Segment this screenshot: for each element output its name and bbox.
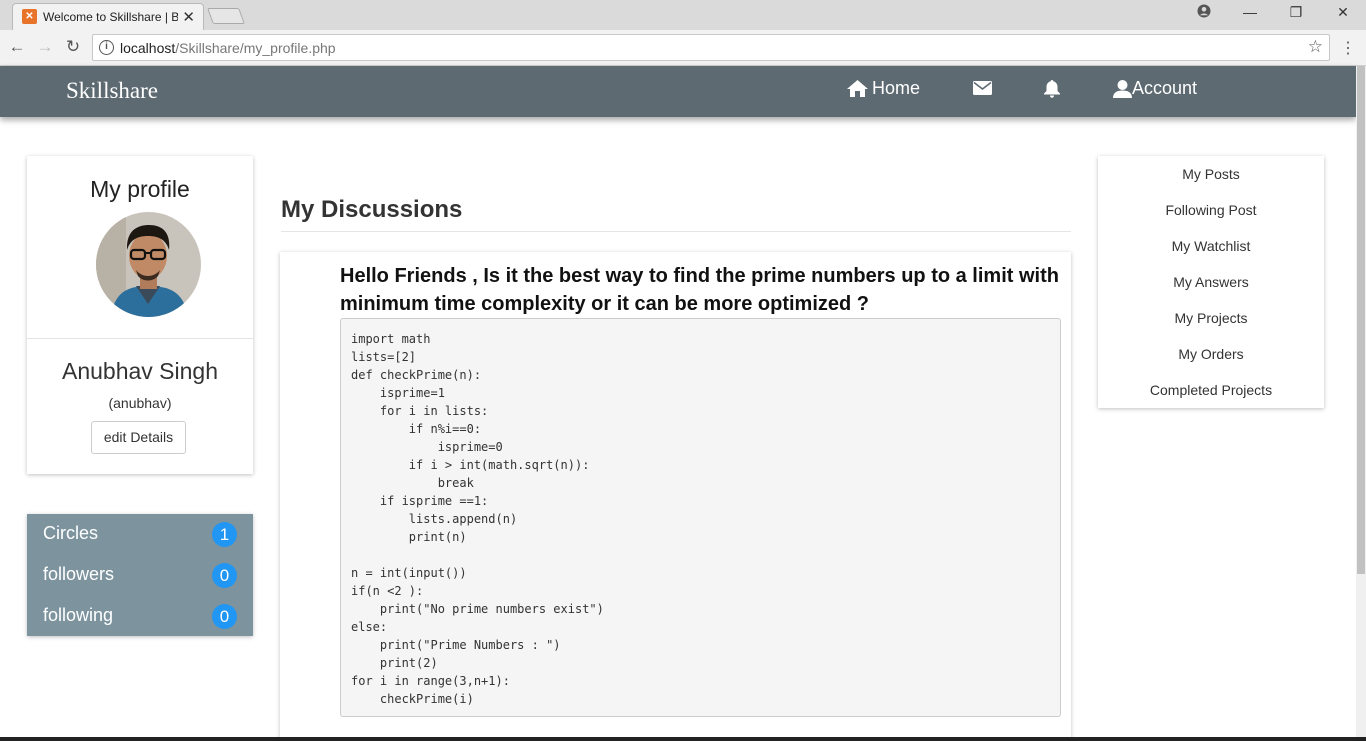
xampp-favicon-icon: ✕	[22, 9, 37, 24]
envelope-icon	[973, 81, 992, 95]
back-icon[interactable]: ←	[7, 37, 27, 57]
avatar	[96, 212, 201, 317]
menu-following-post[interactable]: Following Post	[1098, 202, 1324, 218]
profile-card: My profile Anubhav Singh (anubhav) edit …	[27, 156, 253, 474]
restore-icon[interactable]: ❐	[1286, 4, 1306, 21]
browser-tabstrip: ✕ Welcome to Skillshare | B ✕ — ❐ ✕	[0, 0, 1366, 30]
reload-icon[interactable]: ↻	[63, 37, 83, 57]
discussion-post-card: Hello Friends , Is it the best way to fi…	[280, 252, 1071, 741]
menu-my-answers[interactable]: My Answers	[1098, 274, 1324, 290]
stat-circles[interactable]: Circles 1	[43, 519, 237, 549]
stats-panel: Circles 1 followers 0 following 0	[27, 514, 253, 636]
profile-username: (anubhav)	[108, 395, 172, 411]
minimize-icon[interactable]: —	[1240, 4, 1260, 20]
stat-followers[interactable]: followers 0	[43, 560, 237, 590]
menu-my-watchlist[interactable]: My Watchlist	[1098, 238, 1324, 254]
nav-account[interactable]: Account	[1113, 78, 1197, 99]
edit-details-button[interactable]: edit Details	[91, 421, 186, 454]
browser-toolbar: ← → ↻ i localhost/Skillshare/my_profile.…	[0, 30, 1366, 66]
user-icon	[1113, 79, 1132, 98]
stat-label: followers	[43, 564, 115, 584]
taskbar-edge	[0, 737, 1366, 741]
profile-heading: My profile	[90, 176, 190, 202]
nav-home-label: Home	[872, 78, 921, 98]
forward-icon[interactable]: →	[35, 37, 55, 57]
menu-my-orders[interactable]: My Orders	[1098, 346, 1324, 362]
bell-icon	[1044, 80, 1060, 98]
count-badge: 1	[212, 522, 237, 547]
brand-logo[interactable]: Skillshare	[66, 78, 158, 104]
profile-divider	[27, 338, 253, 339]
close-window-icon[interactable]: ✕	[1333, 4, 1353, 21]
close-tab-icon[interactable]: ✕	[182, 8, 195, 26]
new-tab-button[interactable]	[207, 8, 245, 24]
page-scrollbar[interactable]	[1356, 66, 1366, 741]
bookmark-star-icon[interactable]: ☆	[1308, 37, 1323, 57]
profile-icon[interactable]	[1194, 4, 1214, 21]
nav-account-label: Account	[1132, 78, 1198, 98]
address-bar[interactable]: i localhost/Skillshare/my_profile.php ☆	[92, 34, 1330, 61]
stat-label: following	[43, 605, 114, 625]
stat-label: Circles	[43, 523, 99, 543]
home-icon	[847, 80, 868, 97]
profile-name: Anubhav Singh	[61, 358, 218, 384]
menu-my-posts[interactable]: My Posts	[1098, 166, 1324, 182]
menu-my-projects[interactable]: My Projects	[1098, 310, 1324, 326]
tab-title: Welcome to Skillshare | B	[43, 10, 178, 24]
browser-menu-icon[interactable]: ⋮	[1340, 38, 1356, 58]
page-title: My Discussions	[281, 196, 463, 223]
messages-button[interactable]	[973, 81, 992, 95]
site-navbar: Skillshare Home Account	[0, 66, 1356, 117]
count-badge: 0	[212, 604, 237, 629]
stat-following[interactable]: following 0	[43, 601, 237, 631]
nav-home[interactable]: Home	[847, 78, 920, 99]
count-badge: 0	[212, 563, 237, 588]
notifications-button[interactable]	[1044, 80, 1060, 98]
title-divider	[281, 231, 1071, 232]
code-block: import math lists=[2] def checkPrime(n):…	[340, 318, 1061, 717]
profile-menu-card: My Posts Following Post My Watchlist My …	[1098, 156, 1324, 408]
menu-completed-projects[interactable]: Completed Projects	[1098, 382, 1324, 398]
info-icon[interactable]: i	[99, 40, 114, 55]
post-question[interactable]: Hello Friends , Is it the best way to fi…	[340, 262, 1065, 318]
url-text: localhost/Skillshare/my_profile.php	[120, 40, 336, 56]
scrollbar-thumb[interactable]	[1357, 66, 1365, 574]
browser-tab[interactable]: ✕ Welcome to Skillshare | B ✕	[12, 3, 204, 30]
